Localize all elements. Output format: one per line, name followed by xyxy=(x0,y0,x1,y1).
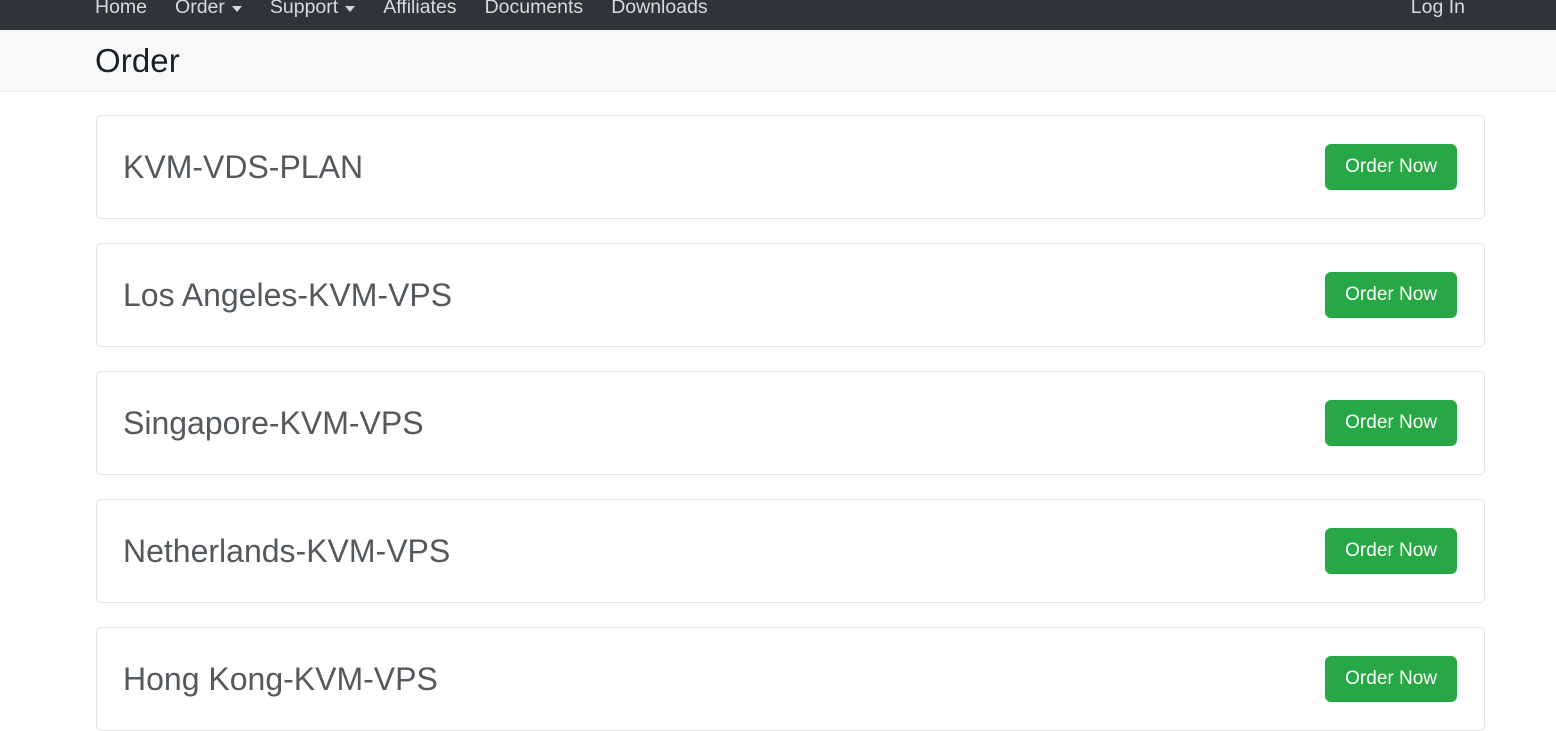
nav-item-downloads[interactable]: Downloads xyxy=(597,0,721,18)
nav-item-downloads-label: Downloads xyxy=(611,0,708,18)
product-card: Netherlands-KVM-VPS Order Now xyxy=(96,499,1485,603)
primary-nav: Home Order Support Affiliates Documents … xyxy=(95,0,722,30)
order-now-button[interactable]: Order Now xyxy=(1325,656,1457,702)
top-navbar: Home Order Support Affiliates Documents … xyxy=(0,0,1556,30)
nav-item-support-label: Support xyxy=(269,0,339,18)
secondary-nav: Log In xyxy=(1411,0,1479,30)
product-card: Hong Kong-KVM-VPS Order Now xyxy=(96,627,1485,731)
nav-item-affiliates-label: Affiliates xyxy=(383,0,457,18)
nav-item-home[interactable]: Home xyxy=(95,0,161,18)
nav-item-order-label: Order xyxy=(175,0,225,18)
product-title: Hong Kong-KVM-VPS xyxy=(123,660,438,697)
chevron-down-icon xyxy=(345,6,356,13)
chevron-down-icon xyxy=(231,6,242,13)
nav-item-affiliates[interactable]: Affiliates xyxy=(369,0,470,18)
order-now-button[interactable]: Order Now xyxy=(1325,400,1457,446)
product-card: Singapore-KVM-VPS Order Now xyxy=(96,371,1485,475)
order-now-button[interactable]: Order Now xyxy=(1325,272,1457,318)
product-card: Los Angeles-KVM-VPS Order Now xyxy=(96,243,1485,347)
product-title: Los Angeles-KVM-VPS xyxy=(123,276,453,313)
order-now-button[interactable]: Order Now xyxy=(1325,528,1457,574)
product-card: KVM-VDS-PLAN Order Now xyxy=(96,115,1485,219)
page-title: Order xyxy=(95,42,180,79)
product-title: Netherlands-KVM-VPS xyxy=(123,532,451,569)
product-title: KVM-VDS-PLAN xyxy=(123,148,364,185)
nav-item-order[interactable]: Order xyxy=(161,0,256,18)
login-link-label: Log In xyxy=(1410,0,1465,18)
login-link[interactable]: Log In xyxy=(1411,0,1479,18)
product-title: Singapore-KVM-VPS xyxy=(123,404,424,441)
order-now-button[interactable]: Order Now xyxy=(1325,144,1457,190)
nav-item-home-label: Home xyxy=(95,0,148,18)
nav-item-documents[interactable]: Documents xyxy=(471,0,598,18)
nav-item-support[interactable]: Support xyxy=(256,0,369,18)
product-list: KVM-VDS-PLAN Order Now Los Angeles-KVM-V… xyxy=(0,92,1556,731)
page-header-band: Order xyxy=(0,30,1556,92)
nav-item-documents-label: Documents xyxy=(484,0,584,18)
